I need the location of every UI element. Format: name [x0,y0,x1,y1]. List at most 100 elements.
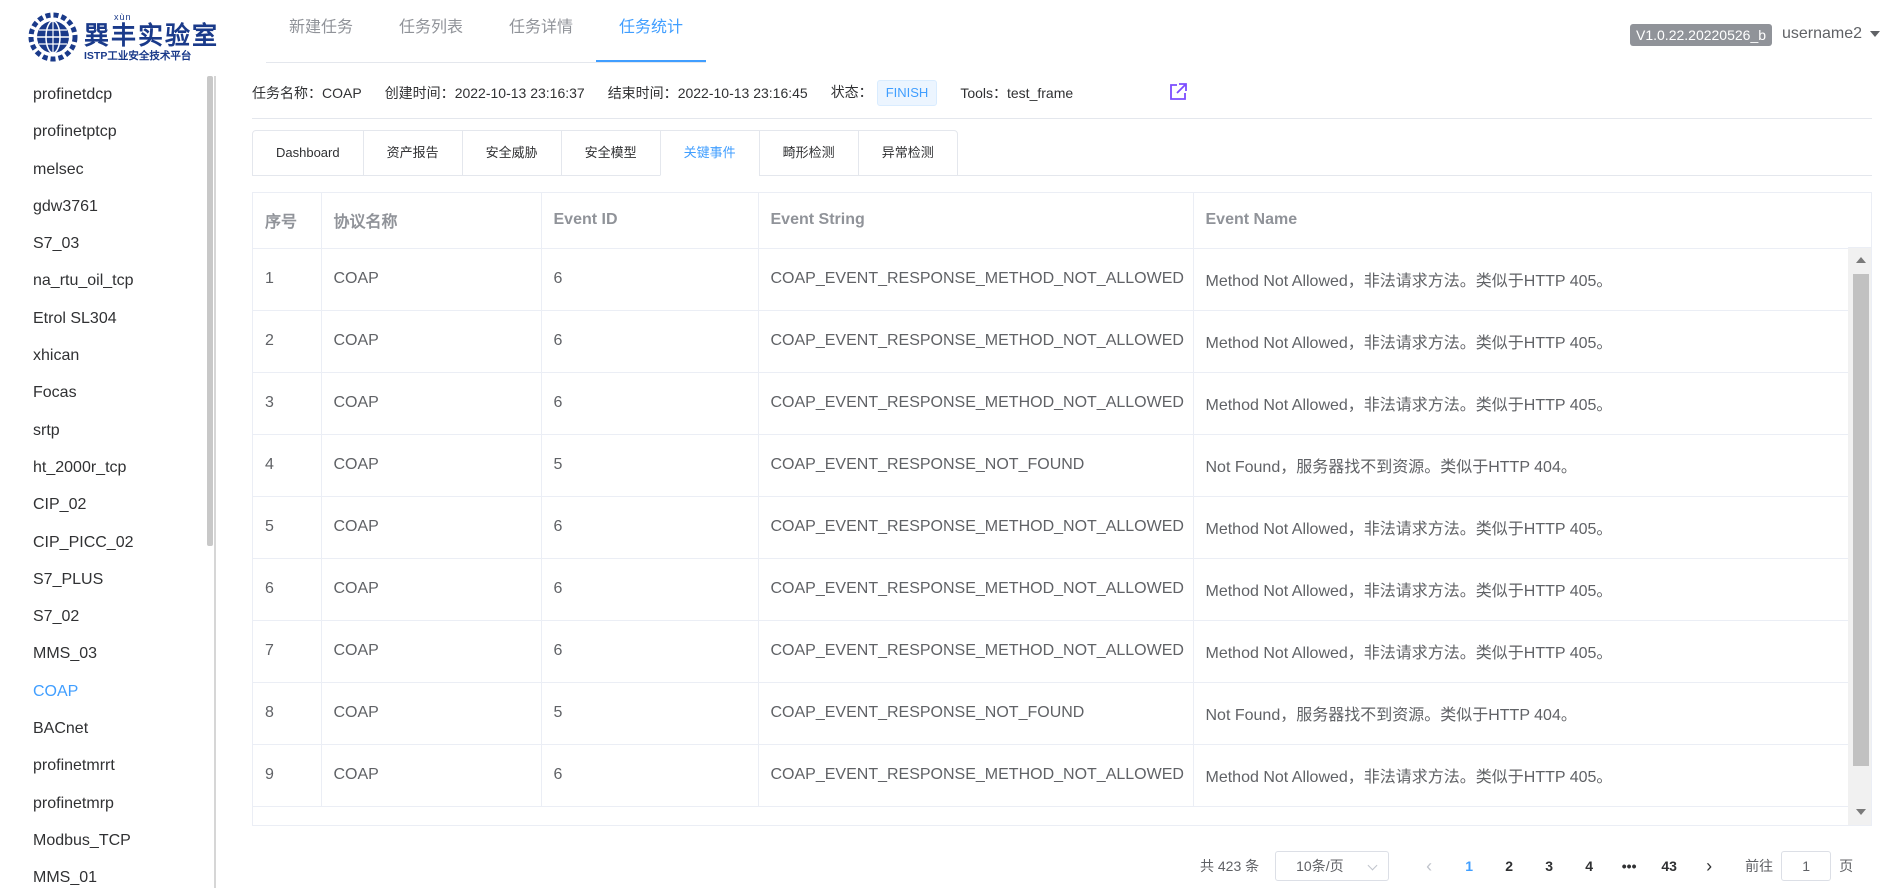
page-1-button[interactable]: 1 [1449,858,1489,874]
jump-page-input[interactable] [1781,851,1832,881]
tab-security-threats[interactable]: 安全威胁 [461,130,562,176]
task-created-value: 2022-10-13 23:16:37 [454,85,585,101]
cell-event-string: COAP_EVENT_RESPONSE_METHOD_NOT_ALLOWED [758,372,1194,435]
table-row[interactable]: 4 COAP 5 COAP_EVENT_RESPONSE_NOT_FOUND Not F… [253,434,1849,497]
cell-protocol: COAP [321,744,542,807]
version-badge: V1.0.22.20220526_b [1630,24,1773,46]
page-2-button[interactable]: 2 [1489,858,1529,874]
external-link-icon[interactable] [1168,82,1188,102]
sidebar-item-bacnet[interactable]: BACnet [0,710,214,747]
cell-event-string: COAP_EVENT_RESPONSE_METHOD_NOT_ALLOWED [758,248,1194,311]
cell-event-string: COAP_EVENT_RESPONSE_METHOD_NOT_ALLOWED [758,310,1194,373]
cell-protocol: COAP [321,434,542,497]
cell-event-id: 6 [541,620,759,683]
sidebar-item-profinetmrp[interactable]: profinetmrp [0,785,214,822]
sidebar-item-coap[interactable]: COAP [0,673,214,710]
cell-index: 8 [253,682,322,745]
table-scrollbar[interactable] [1848,248,1871,825]
cell-event-name: Method Not Allowed，非法请求方法。类似于HTTP 405。 [1193,372,1849,435]
table-row[interactable]: 8 COAP 5 COAP_EVENT_RESPONSE_NOT_FOUND Not F… [253,682,1849,745]
more-pages-button[interactable]: ••• [1609,858,1649,874]
sidebar-item-cip-02[interactable]: CIP_02 [0,486,214,523]
col-event-name[interactable]: Event Name [1193,193,1849,249]
nav-task-detail[interactable]: 任务详情 [486,0,596,62]
sidebar-item-profinetdcp[interactable]: profinetdcp [0,76,214,113]
cell-protocol: COAP [321,248,542,311]
cell-event-name: Not Found，服务器找不到资源。类似于HTTP 404。 [1193,434,1849,497]
sidebar-item-s7-02[interactable]: S7_02 [0,598,214,635]
task-ended: 结束时间：2022-10-13 23:16:45 [608,83,808,103]
sidebar-item-na-rtu-oil-tcp[interactable]: na_rtu_oil_tcp [0,262,214,299]
task-name: 任务名称：COAP [252,83,362,103]
tab-security-model[interactable]: 安全模型 [560,130,661,176]
task-tools-value: test_frame [1007,85,1074,101]
page-4-button[interactable]: 4 [1569,858,1609,874]
sidebar-item-gdw3761[interactable]: gdw3761 [0,188,214,225]
page-43-button[interactable]: 43 [1649,858,1689,874]
protocol-sidebar: profinetdcp profinetptcp melsec gdw3761 S7_0… [0,76,214,888]
nav-task-list[interactable]: 任务列表 [376,0,486,62]
sidebar-item-modbus-tcp[interactable]: Modbus_TCP [0,822,214,859]
task-name-value: COAP [322,85,362,101]
jump-suffix: 页 [1839,858,1854,874]
cell-event-id: 6 [541,744,759,807]
cell-event-id: 6 [541,310,759,373]
cell-event-name: Method Not Allowed，非法请求方法。类似于HTTP 405。 [1193,496,1849,559]
table-row[interactable]: 3 COAP 6 COAP_EVENT_RESPONSE_METHOD_NOT_ALL… [253,372,1849,435]
prev-page-button[interactable]: ‹ [1409,856,1449,877]
cell-event-id: 5 [541,682,759,745]
sidebar-item-mms-01[interactable]: MMS_01 [0,859,214,888]
tab-asset-report[interactable]: 资产报告 [362,130,463,176]
next-page-button[interactable]: › [1689,856,1729,877]
page-3-button[interactable]: 3 [1529,858,1569,874]
user-menu[interactable]: username2 [1782,25,1881,43]
cell-event-name: Method Not Allowed，非法请求方法。类似于HTTP 405。 [1193,248,1849,311]
cell-event-name: Method Not Allowed，非法请求方法。类似于HTTP 405。 [1193,558,1849,621]
sidebar-item-cip-picc-02[interactable]: CIP_PICC_02 [0,524,214,561]
sidebar-item-focas[interactable]: Focas [0,374,214,411]
sidebar-item-srtp[interactable]: srtp [0,412,214,449]
cell-index: 2 [253,310,322,373]
cell-event-name: Method Not Allowed，非法请求方法。类似于HTTP 405。 [1193,744,1849,807]
col-index[interactable]: 序号 [253,193,322,249]
cell-event-id: 6 [541,248,759,311]
table-row[interactable]: 7 COAP 6 COAP_EVENT_RESPONSE_METHOD_NOT_ALL… [253,620,1849,683]
task-created-label: 创建时间： [384,85,455,101]
sidebar-item-mms-03[interactable]: MMS_03 [0,635,214,672]
sidebar-item-profinetmrrt[interactable]: profinetmrrt [0,747,214,784]
page-size-select[interactable]: 10条/页 [1275,851,1390,881]
col-event-string[interactable]: Event String [758,193,1194,249]
nav-new-task[interactable]: 新建任务 [266,0,376,62]
sidebar-item-profinetptcp[interactable]: profinetptcp [0,113,214,150]
logo[interactable]: xùn 巽丰实验室 ISTP工业安全技术平台 [28,12,219,62]
sidebar-item-s7-plus[interactable]: S7_PLUS [0,561,214,598]
table-row[interactable]: 1 COAP 6 COAP_EVENT_RESPONSE_METHOD_NOT_ALL… [253,248,1849,311]
cell-protocol: COAP [321,372,542,435]
table-row[interactable]: 9 COAP 6 COAP_EVENT_RESPONSE_METHOD_NOT_ALL… [253,744,1849,807]
tab-anomaly-detection[interactable]: 异常检测 [857,130,958,176]
table-row[interactable]: 6 COAP 6 COAP_EVENT_RESPONSE_METHOD_NOT_ALL… [253,558,1849,621]
sidebar-scrollbar[interactable] [207,76,213,546]
scroll-thumb[interactable] [1853,274,1869,766]
chevron-down-icon [1367,860,1378,871]
col-protocol[interactable]: 协议名称 [321,193,542,249]
cell-protocol: COAP [321,682,542,745]
cell-protocol: COAP [321,620,542,683]
task-status: 状态： FINISH [831,80,938,106]
status-badge: FINISH [876,80,938,106]
tab-dashboard[interactable]: Dashboard [252,130,364,176]
table-row[interactable]: 5 COAP 6 COAP_EVENT_RESPONSE_METHOD_NOT_ALL… [253,496,1849,559]
scroll-down-arrow-icon[interactable] [1856,809,1866,815]
sidebar-item-ht-2000r-tcp[interactable]: ht_2000r_tcp [0,449,214,486]
table-row[interactable]: 2 COAP 6 COAP_EVENT_RESPONSE_METHOD_NOT_ALL… [253,310,1849,373]
sidebar-item-etrol-sl304[interactable]: Etrol SL304 [0,300,214,337]
sidebar-item-xhican[interactable]: xhican [0,337,214,374]
sidebar-item-s7-03[interactable]: S7_03 [0,225,214,262]
tab-key-events[interactable]: 关键事件 [659,130,760,176]
col-event-id[interactable]: Event ID [541,193,759,249]
cell-event-string: COAP_EVENT_RESPONSE_METHOD_NOT_ALLOWED [758,496,1194,559]
scroll-up-arrow-icon[interactable] [1856,257,1866,263]
tab-malformed-detection[interactable]: 畸形检测 [758,130,859,176]
nav-task-stats[interactable]: 任务统计 [596,0,707,62]
sidebar-item-melsec[interactable]: melsec [0,151,214,188]
